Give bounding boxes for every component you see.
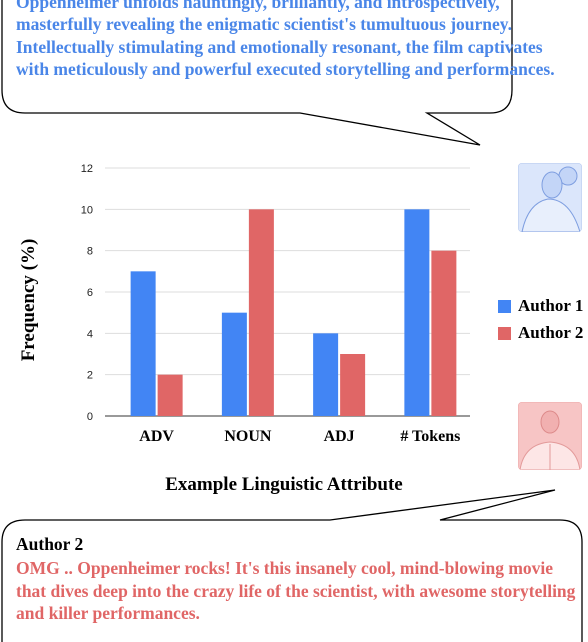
y-axis-title: Frequency (%) bbox=[18, 239, 39, 362]
bar-1-adv bbox=[130, 271, 156, 416]
bar-1-tokens bbox=[404, 209, 430, 416]
x-tick-label: ADJ bbox=[324, 428, 355, 445]
x-tick-label: NOUN bbox=[224, 428, 272, 445]
y-tick-label: 12 bbox=[81, 163, 93, 175]
y-tick-label: 0 bbox=[87, 411, 93, 423]
bar-chart: 0 2 4 6 8 10 12 ADV NOUN ADJ # Tokens bbox=[81, 163, 470, 445]
bar-2-adj bbox=[340, 354, 366, 416]
y-tick-label: 4 bbox=[87, 328, 93, 340]
author1-review-text: Oppenheimer unfolds hauntingly, brillian… bbox=[16, 0, 555, 79]
man-avatar-icon bbox=[518, 402, 582, 470]
x-tick-label: # Tokens bbox=[400, 428, 460, 445]
y-tick-label: 2 bbox=[87, 370, 93, 382]
bar-2-adv bbox=[157, 374, 183, 416]
bar-1-adj bbox=[313, 333, 339, 416]
x-axis-title: Example Linguistic Attribute bbox=[165, 474, 403, 495]
bar-2-tokens bbox=[431, 250, 457, 416]
x-tick-label: ADV bbox=[139, 428, 174, 445]
author2-review: Author 2 OMG .. Oppenheimer rocks! It's … bbox=[16, 533, 576, 624]
legend-swatch-red bbox=[498, 326, 511, 340]
bar-2-noun bbox=[248, 209, 274, 416]
legend-label: Author 1 bbox=[518, 296, 584, 315]
woman-avatar-icon bbox=[518, 163, 582, 232]
bar-1-noun bbox=[221, 312, 247, 416]
author2-name: Author 2 bbox=[16, 534, 84, 554]
legend-label: Author 2 bbox=[518, 323, 584, 342]
legend-swatch-blue bbox=[498, 299, 511, 313]
y-tick-label: 10 bbox=[81, 204, 93, 216]
author2-review-text: OMG .. Oppenheimer rocks! It's this insa… bbox=[16, 558, 576, 623]
y-tick-label: 8 bbox=[87, 246, 93, 258]
legend-item-author1: Author 1 bbox=[498, 296, 583, 316]
y-tick-label: 6 bbox=[87, 287, 93, 299]
legend-item-author2: Author 2 bbox=[498, 323, 583, 343]
